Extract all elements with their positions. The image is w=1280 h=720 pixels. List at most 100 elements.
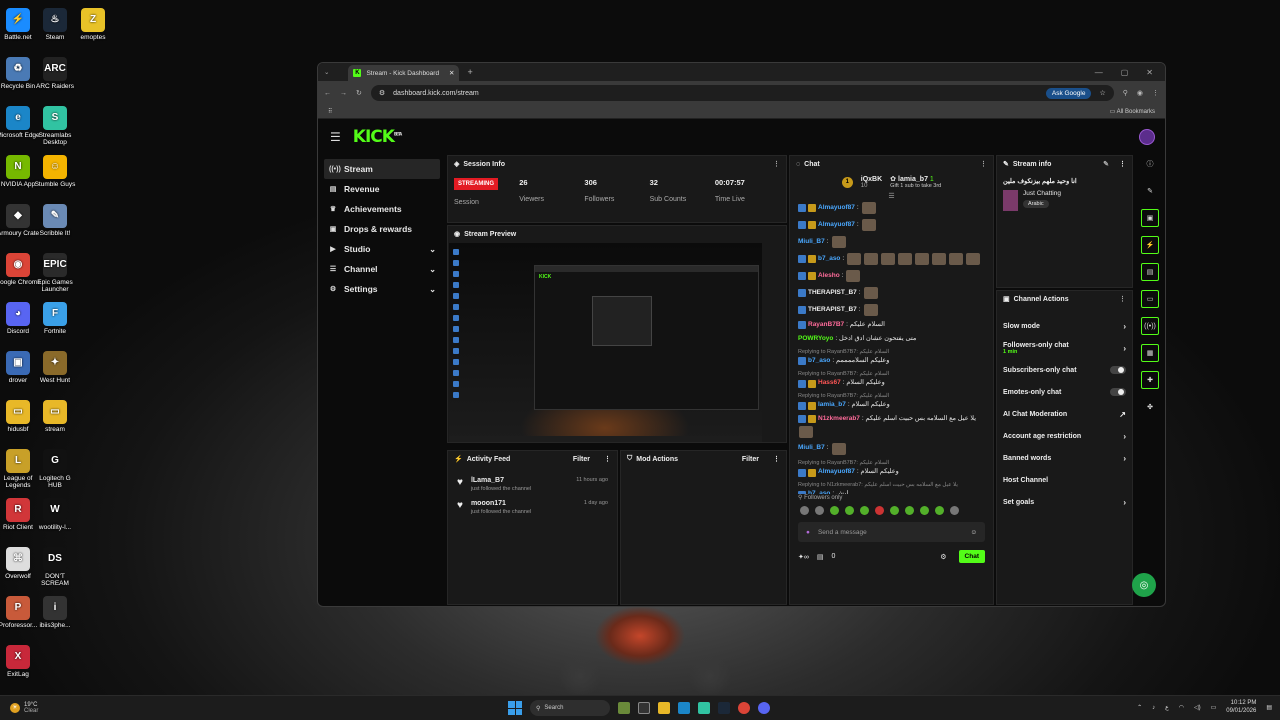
channel-action-ai-chat-moderation[interactable]: AI Chat Moderation ↗ [997, 403, 1132, 425]
channel-action-emotes-only-chat[interactable]: Emotes-only chat [997, 381, 1132, 403]
chevron-down-icon[interactable]: ⌄ [429, 285, 436, 294]
emote-icon[interactable] [920, 506, 929, 515]
stream-info-menu-icon[interactable]: ⋮ [1119, 160, 1126, 168]
channel-action-account-age-restriction[interactable]: Account age restriction › [997, 425, 1132, 447]
desktop-icon[interactable]: ✎ Scribble It! [32, 204, 78, 237]
all-bookmarks[interactable]: ▭ All Bookmarks [1110, 108, 1155, 115]
clock[interactable]: 10:12 PM 09/01/2026 [1226, 700, 1256, 716]
desktop-icon[interactable]: X ExitLag [0, 645, 41, 678]
sidebar-item-channel[interactable]: ☰ Channel ⌄ [324, 259, 440, 279]
session-menu-icon[interactable]: ⋮ [773, 160, 780, 168]
emote-icon[interactable] [860, 506, 869, 515]
chat-username[interactable]: Almayuof87 [818, 221, 855, 230]
chat-username[interactable]: N1zkmeerab7 [818, 415, 860, 424]
toggle-switch[interactable] [1110, 388, 1126, 396]
chat-input[interactable]: ● Send a message ☺ [798, 522, 985, 542]
minimize-icon[interactable]: — [1095, 68, 1103, 77]
browser-tab[interactable]: K Stream - Kick Dashboard ✕ [348, 65, 460, 81]
chat-username[interactable]: b7_aso [818, 255, 840, 264]
apps-grid-icon[interactable]: ⠿ [328, 108, 332, 115]
chat-username[interactable]: b7_aso [808, 357, 830, 366]
chat-username[interactable]: lamia_b7 [818, 401, 846, 410]
emote-icon[interactable] [875, 506, 884, 515]
channel-action-slow-mode[interactable]: Slow mode › [997, 315, 1132, 337]
notes-icon[interactable]: ▤ [1141, 263, 1159, 281]
taskbar-search[interactable]: ⚲ Search [530, 700, 610, 716]
trash-icon[interactable]: ▤ [817, 553, 824, 561]
wifi-icon[interactable]: ◠ [1179, 704, 1184, 711]
chat-username[interactable]: Miuli_B7 [798, 444, 825, 453]
edit-icon[interactable]: ✎ [1103, 160, 1109, 168]
chat-username[interactable]: THERAPIST_B7 [808, 306, 857, 315]
reply-context[interactable]: Replying to RayanB7B7: السلام عليكم [798, 349, 985, 356]
chat-settings-icon[interactable]: ⚙ [940, 553, 946, 561]
emote-icon[interactable] [950, 506, 959, 515]
tray-chevron-icon[interactable]: ⌃ [1137, 704, 1142, 711]
desktop-icon[interactable]: EPIC Epic Games Launcher [32, 253, 78, 294]
tools-icon[interactable]: ✚ [1141, 371, 1159, 389]
gift-prompt[interactable]: Gift 1 sub to take 3rd [890, 183, 941, 189]
emoji-icon[interactable]: ☺ [970, 529, 977, 536]
emote-icon[interactable] [935, 506, 944, 515]
desktop-icon[interactable]: ☺ Stumble Guys [32, 155, 78, 188]
channel-action-set-goals[interactable]: Set goals › [997, 491, 1132, 513]
streamlabs-taskbar-icon[interactable] [698, 702, 710, 714]
desktop-icon[interactable]: Wwootility-l... [32, 498, 78, 531]
sidebar-item-achievements[interactable]: ♛ Achievements [324, 199, 440, 219]
volume-icon[interactable]: ◁) [1194, 704, 1201, 711]
chat-menu-icon[interactable]: ⋮ [980, 160, 987, 168]
url-bar[interactable]: ⚙ dashboard.kick.com/stream Ask Google ☆ [370, 85, 1114, 101]
tab-search-icon[interactable]: ⌄ [324, 68, 329, 76]
activity-user[interactable]: lLama_B7 [471, 477, 504, 484]
reply-context[interactable]: Replying to N1zkmeerab7: يلا عيل مع السل… [798, 482, 985, 489]
weather-widget[interactable]: ☀ 19°C Clear [0, 702, 38, 714]
desktop-icon[interactable]: DS DON'T SCREAM [32, 547, 78, 588]
widgets-icon[interactable] [618, 702, 630, 714]
channel-action-subscribers-only-chat[interactable]: Subscribers-only chat [997, 359, 1132, 381]
points-icon[interactable]: ✦∞ [798, 553, 809, 561]
channel-action-host-channel[interactable]: Host Channel [997, 469, 1132, 491]
pencil-icon[interactable]: ✎ [1141, 182, 1159, 200]
desktop-icon[interactable]: ▭ stream [32, 400, 78, 433]
notifications-icon[interactable]: ▤ [1266, 704, 1272, 711]
battery-icon[interactable]: ▭ [1211, 704, 1217, 711]
activity-row[interactable]: ♥ 11 hours ago lLama_B7 just followed the c… [448, 473, 617, 496]
chat-popout-icon[interactable]: ▭ [1141, 290, 1159, 308]
start-button[interactable] [508, 701, 522, 715]
clip-icon[interactable]: ▣ [1141, 209, 1159, 227]
forward-icon[interactable]: → [340, 90, 347, 97]
category-thumbnail[interactable] [1003, 190, 1018, 211]
steam-taskbar-icon[interactable] [718, 702, 730, 714]
sidebar-item-drops-rewards[interactable]: ▣ Drops & rewards [324, 219, 440, 239]
reply-context[interactable]: Replying to RayanB7B7: السلام عليكم [798, 371, 985, 378]
stream-preview-video[interactable]: KICK [449, 243, 762, 442]
emote-icon[interactable] [845, 506, 854, 515]
category-name[interactable]: Just Chatting [1023, 190, 1061, 197]
channel-action-banned-words[interactable]: Banned words › [997, 447, 1132, 469]
bookmark-star-icon[interactable]: ☆ [1099, 89, 1105, 97]
desktop-icon[interactable]: S Streamlabs Desktop [32, 106, 78, 147]
ask-google-button[interactable]: Ask Google [1045, 87, 1092, 99]
language-indicator[interactable]: ع [1165, 704, 1169, 711]
sidebar-item-revenue[interactable]: ▤ Revenue [324, 179, 440, 199]
chevron-down-icon[interactable]: ⌄ [429, 245, 436, 254]
overlay-icon[interactable]: ▦ [1141, 344, 1159, 362]
chat-username[interactable]: THERAPIST_B7 [808, 289, 857, 298]
tab-close-icon[interactable]: ✕ [449, 69, 454, 77]
chevron-down-icon[interactable]: ⌄ [429, 265, 436, 274]
channel-actions-menu-icon[interactable]: ⋮ [1119, 295, 1126, 303]
new-tab-button[interactable]: + [467, 67, 472, 77]
desktop-icon[interactable]: ARC ARC Raiders [32, 57, 78, 90]
sidebar-item-settings[interactable]: ⚙ Settings ⌄ [324, 279, 440, 299]
chat-username[interactable]: Alesho [818, 272, 840, 281]
desktop-icon[interactable]: i ibiis3phe... [32, 596, 78, 629]
desktop-icon[interactable]: ✦ West Hunt [32, 351, 78, 384]
activity-user[interactable]: mooon171 [471, 500, 506, 507]
tray-mic-icon[interactable]: ♪ [1152, 705, 1155, 711]
discord-taskbar-icon[interactable] [758, 702, 770, 714]
chrome-taskbar-icon[interactable] [738, 702, 750, 714]
mic-icon[interactable]: ● [806, 529, 810, 536]
chat-username[interactable]: Hass67 [818, 379, 841, 388]
desktop-icon[interactable]: Zemoptes [70, 8, 116, 41]
mod-menu-icon[interactable]: ⋮ [773, 455, 780, 463]
